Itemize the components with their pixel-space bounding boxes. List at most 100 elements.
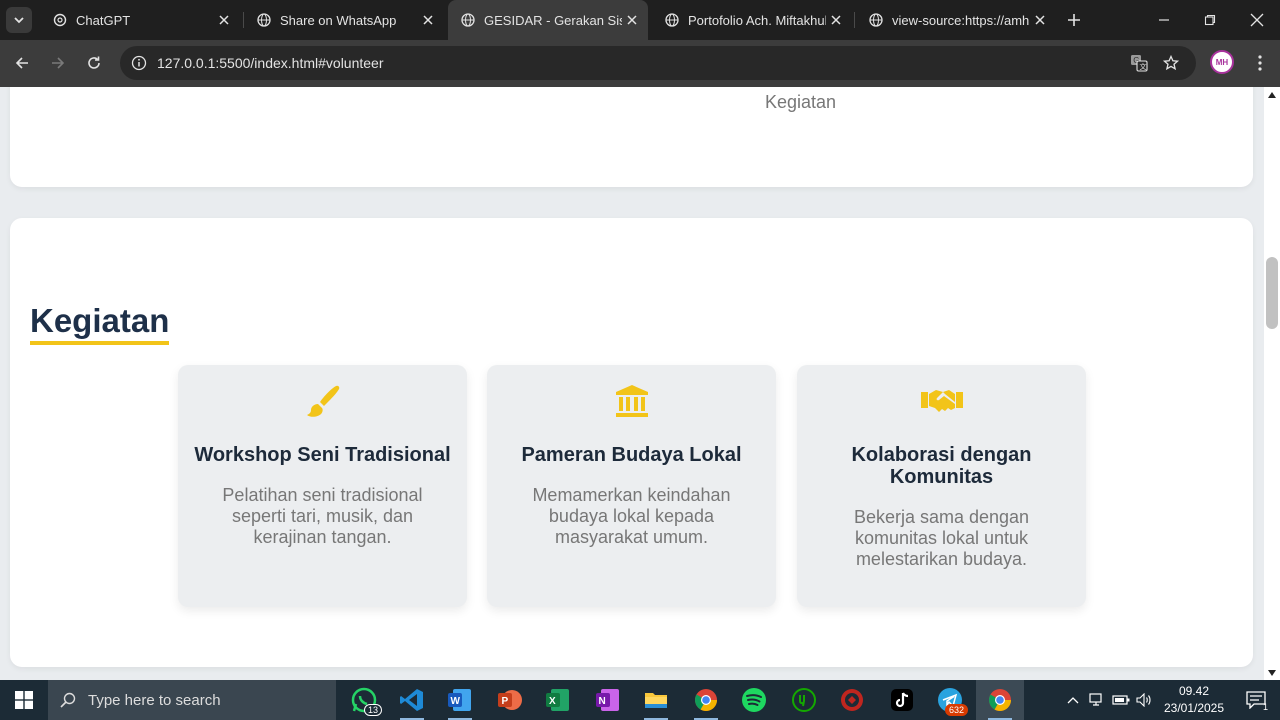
tab-share-whatsapp[interactable]: Share on WhatsApp	[244, 0, 444, 40]
show-hidden-icons-button[interactable]	[1062, 680, 1084, 720]
taskbar-telegram[interactable]: 632	[926, 680, 974, 720]
powerpoint-icon: P	[498, 690, 522, 710]
taskbar-powerpoint[interactable]: P	[486, 680, 534, 720]
tab-chatgpt[interactable]: ChatGPT	[40, 0, 240, 40]
tab-title: ChatGPT	[76, 12, 131, 28]
new-tab-button[interactable]	[1062, 8, 1086, 32]
forward-button[interactable]	[44, 49, 72, 77]
close-window-button[interactable]	[1234, 0, 1280, 40]
whatsapp-badge: 13	[363, 704, 382, 716]
folder-icon	[645, 693, 667, 708]
restore-button[interactable]	[1187, 0, 1233, 40]
windows-taskbar: Type here to search 13 W P X N 632 09.42…	[0, 680, 1280, 720]
translate-icon[interactable]: G文	[1128, 52, 1150, 74]
svg-text:文: 文	[1140, 62, 1147, 71]
upwork-icon	[792, 688, 816, 712]
tiktok-icon	[891, 689, 913, 711]
card-description: Memamerkan keindahan budaya lokal kepada…	[532, 485, 731, 547]
search-placeholder: Type here to search	[88, 691, 221, 709]
more-menu-icon[interactable]	[1250, 53, 1270, 73]
chevron-up-icon	[1067, 697, 1079, 704]
card-description: Pelatihan seni tradisional seperti tari,…	[222, 485, 423, 547]
close-icon[interactable]	[1030, 10, 1050, 30]
card-title: Pameran Budaya Lokal	[521, 444, 742, 466]
taskbar-clock[interactable]: 09.42 23/01/2025	[1155, 683, 1233, 717]
battery-tray[interactable]	[1110, 680, 1132, 720]
taskbar-chrome[interactable]	[682, 680, 730, 720]
address-bar[interactable]: 127.0.0.1:5500/index.html#volunteer G文	[120, 46, 1196, 80]
taskbar-tiktok[interactable]	[878, 680, 926, 720]
tab-title: GESIDAR - Gerakan Siswa	[484, 12, 622, 28]
taskbar-vscode[interactable]	[388, 680, 436, 720]
section-title: Kegiatan	[30, 302, 170, 345]
page-scrollbar[interactable]	[1264, 87, 1280, 680]
taskbar-word[interactable]: W	[436, 680, 484, 720]
card-title: Workshop Seni Tradisional	[194, 444, 451, 466]
onenote-icon: N	[596, 689, 619, 711]
tab-title: view-source:https://amhp	[892, 12, 1030, 28]
volume-tray[interactable]	[1134, 680, 1154, 720]
tab-search-button[interactable]	[6, 7, 32, 33]
globe-icon	[256, 12, 272, 28]
plus-icon	[1068, 14, 1080, 26]
scroll-thumb[interactable]	[1266, 257, 1278, 329]
card-title: Kolaborasi dengan Komunitas	[851, 444, 1032, 488]
activity-card-exhibition: Pameran Budaya Lokal Memamerkan keindaha…	[487, 365, 776, 607]
page-viewport: Kegiatan Kegiatan Workshop Seni Tradisio…	[0, 87, 1264, 680]
action-center-button[interactable]: 1	[1236, 680, 1276, 720]
taskbar-upwork[interactable]	[780, 680, 828, 720]
scroll-up-arrow-icon[interactable]	[1267, 90, 1277, 100]
card-description: Bekerja sama dengan komunitas lokal untu…	[853, 507, 1030, 569]
globe-icon	[460, 12, 476, 28]
reload-button[interactable]	[80, 49, 108, 77]
browser-toolbar: 127.0.0.1:5500/index.html#volunteer G文 M…	[0, 40, 1280, 87]
svg-text:X: X	[549, 696, 556, 707]
tab-portofolio[interactable]: Portofolio Ach. Miftakhul	[652, 0, 852, 40]
profile-avatar[interactable]: MH	[1210, 50, 1234, 74]
taskbar-search[interactable]: Type here to search	[48, 680, 336, 720]
minimize-icon	[1159, 19, 1169, 21]
taskbar-whatsapp[interactable]: 13	[340, 680, 388, 720]
arrow-right-icon	[52, 57, 65, 69]
svg-text:P: P	[502, 696, 509, 707]
museum-icon	[487, 383, 776, 419]
taskbar-onenote[interactable]: N	[584, 680, 632, 720]
back-button[interactable]	[8, 49, 36, 77]
taskbar-file-explorer[interactable]	[632, 680, 680, 720]
excel-icon: X	[546, 689, 569, 711]
tab-gesidar[interactable]: GESIDAR - Gerakan Siswa	[448, 0, 648, 40]
globe-icon	[868, 12, 884, 28]
close-icon[interactable]	[826, 10, 846, 30]
tab-view-source[interactable]: view-source:https://amhp	[856, 0, 1056, 40]
bookmark-star-icon[interactable]	[1160, 52, 1182, 74]
previous-section-card: Kegiatan	[10, 87, 1253, 187]
activity-card-collaboration: Kolaborasi dengan Komunitas Bekerja sama…	[797, 365, 1086, 607]
handshake-icon	[797, 383, 1086, 419]
search-icon	[48, 692, 88, 708]
battery-icon	[1112, 695, 1130, 705]
taskbar-chrome-profile[interactable]	[976, 680, 1024, 720]
network-icon	[1089, 693, 1102, 706]
scroll-down-arrow-icon[interactable]	[1267, 668, 1277, 678]
close-icon[interactable]	[214, 10, 234, 30]
site-info-icon[interactable]	[128, 52, 150, 74]
close-icon[interactable]	[418, 10, 438, 30]
close-icon[interactable]	[622, 10, 642, 30]
taskbar-spotify[interactable]	[730, 680, 778, 720]
taskbar-antivirus[interactable]	[828, 680, 876, 720]
tab-separator	[854, 12, 855, 28]
arrow-left-icon	[15, 57, 28, 69]
notification-count: 1	[1262, 702, 1268, 712]
activity-card-workshop: Workshop Seni Tradisional Pelatihan seni…	[178, 365, 467, 607]
start-button[interactable]	[0, 680, 48, 720]
telegram-badge: 632	[944, 704, 968, 716]
tab-strip: ChatGPT Share on WhatsApp GESIDAR - Gera…	[0, 0, 1280, 40]
network-tray[interactable]	[1086, 680, 1108, 720]
reload-icon	[88, 56, 100, 69]
url-text[interactable]: 127.0.0.1:5500/index.html#volunteer	[157, 55, 384, 71]
taskbar-excel[interactable]: X	[534, 680, 582, 720]
close-icon	[1250, 13, 1264, 27]
svg-text:W: W	[451, 696, 461, 707]
minimize-button[interactable]	[1141, 0, 1187, 40]
chatgpt-icon	[52, 12, 68, 28]
